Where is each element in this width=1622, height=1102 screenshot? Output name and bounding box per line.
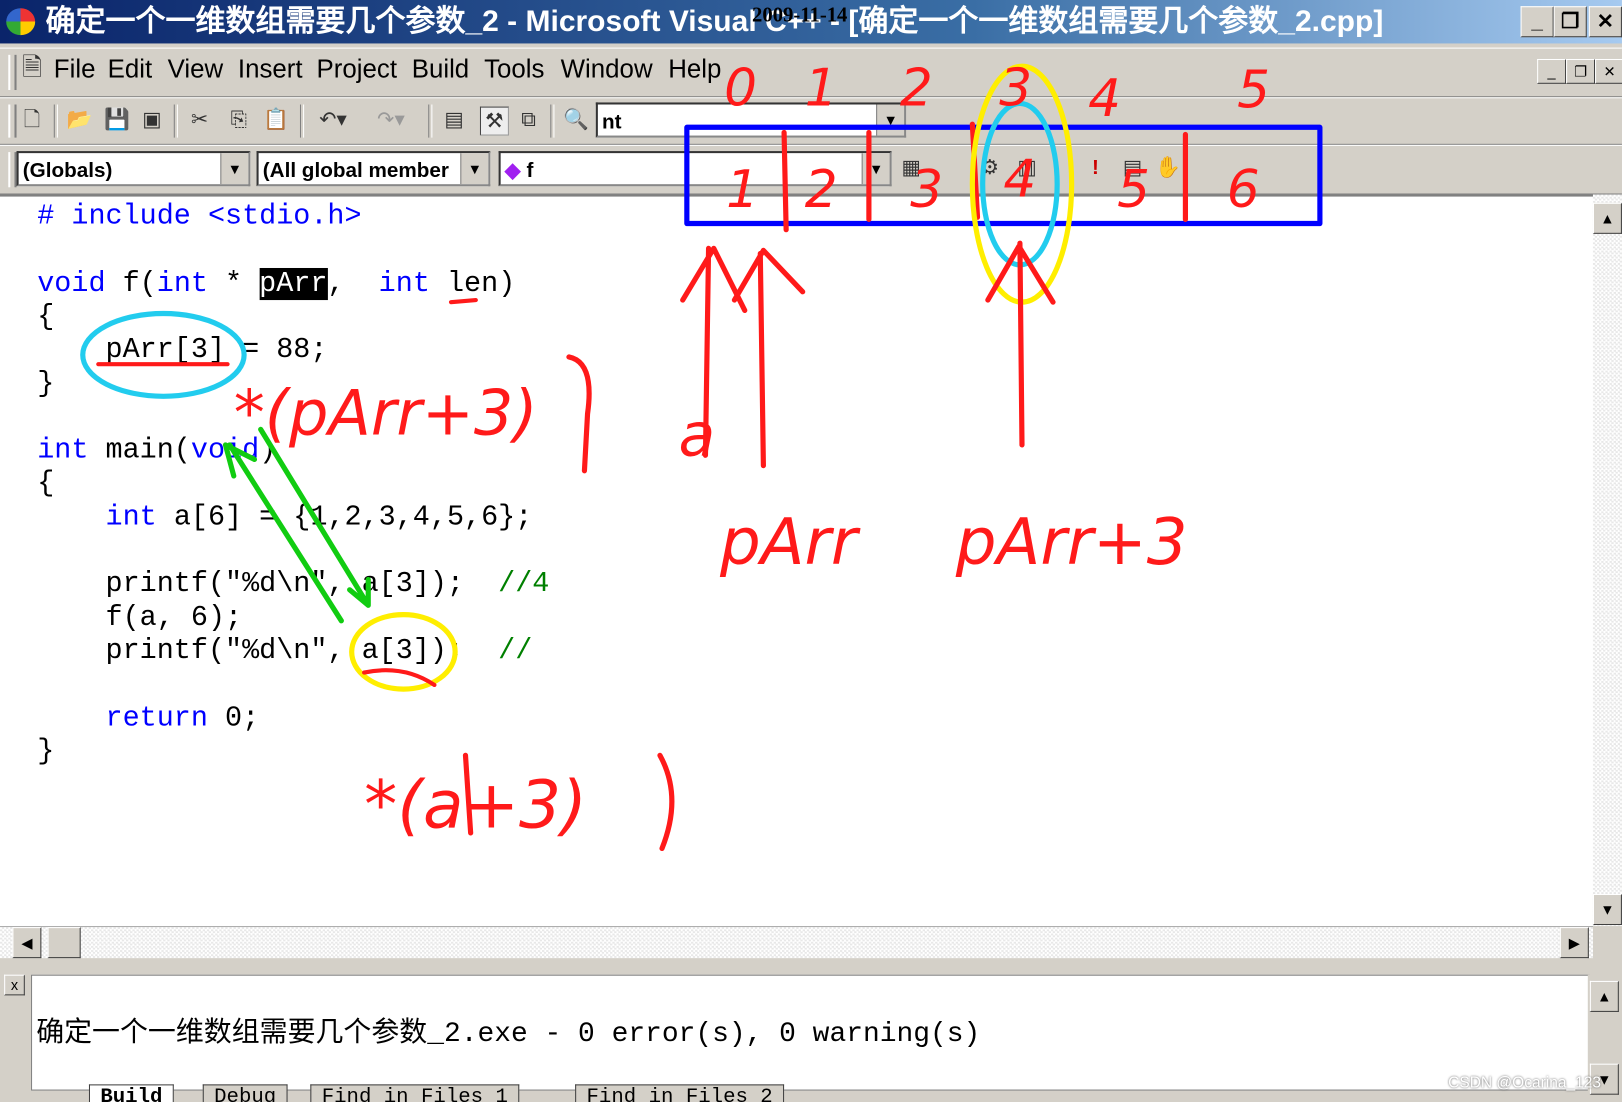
label-deref-parr: *(pArr+3) xyxy=(234,377,538,450)
index-label: 2 xyxy=(900,59,933,119)
index-label: 4 xyxy=(1088,69,1121,129)
underlines xyxy=(96,297,478,688)
label-parr-plus-3: pArr+3 xyxy=(955,505,1188,580)
annotation-layer: 0 1 2 3 4 51 2 3 4 5 6apArr pArr+3*(pArr+3)*(a+3) xyxy=(80,59,1323,852)
element-value: 6 xyxy=(1227,160,1260,220)
label-parr: pArr xyxy=(719,505,861,580)
element-value: 3 xyxy=(910,160,943,220)
index-label: 1 xyxy=(805,59,838,119)
ide-window: 确定一个一维数组需要几个参数_2 - Microsoft Visual C++ … xyxy=(0,0,1622,1102)
index-label: 3 xyxy=(999,59,1032,119)
green-arrows xyxy=(222,426,371,624)
label-a: a xyxy=(679,400,716,470)
index-label: 0 xyxy=(724,59,757,119)
element-value: 5 xyxy=(1117,160,1150,220)
label-deref-a: *(a+3) xyxy=(364,767,587,844)
element-value: 4 xyxy=(1003,150,1036,210)
arrow-pointer-parr3 xyxy=(985,240,1056,448)
index-label: 5 xyxy=(1237,61,1270,121)
element-value: 2 xyxy=(805,160,838,220)
cyan-circle-parr3 xyxy=(80,310,247,399)
yellow-circle-a3 xyxy=(349,612,458,692)
element-value: 1 xyxy=(726,160,759,220)
